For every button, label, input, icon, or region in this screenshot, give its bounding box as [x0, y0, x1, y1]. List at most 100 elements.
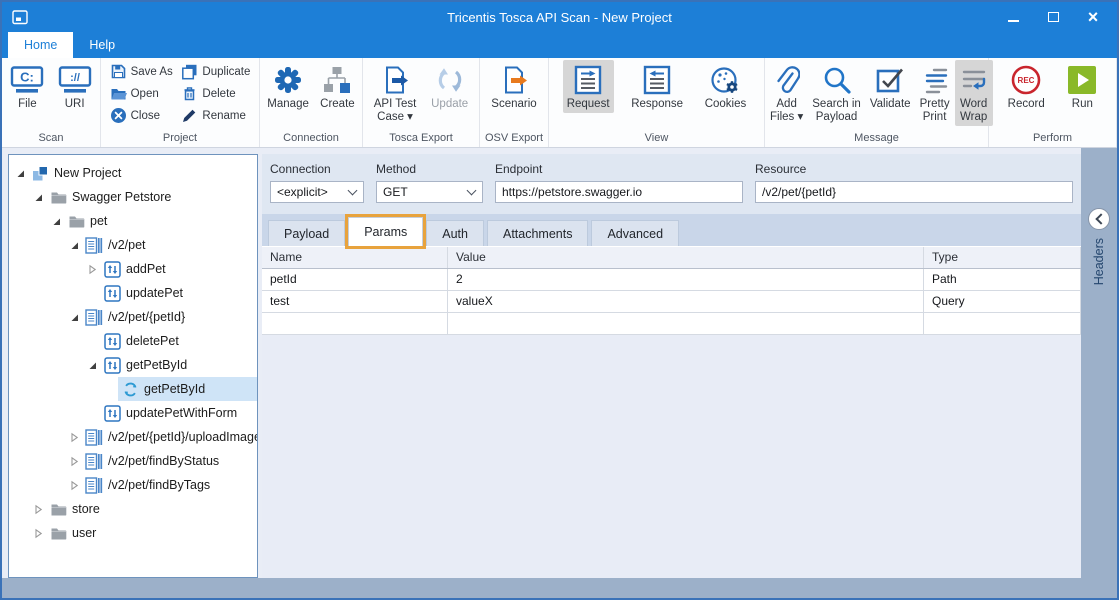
ribbon-tab-help[interactable]: Help	[73, 32, 131, 58]
tree-item-store[interactable]: store	[9, 497, 257, 521]
file-button[interactable]: C:File	[5, 60, 49, 113]
column-header-value[interactable]: Value	[448, 247, 924, 268]
tree-item-label: deletePet	[126, 334, 179, 348]
tree-item-v2-pet-findbytags[interactable]: /v2/pet/findByTags	[9, 473, 257, 497]
tree-item-updatepet[interactable]: updatePet	[9, 281, 257, 305]
tree-item-v2-pet-petid-uploadimage[interactable]: /v2/pet/{petId}/uploadImage	[9, 425, 257, 449]
tree-item-updatepetwithform[interactable]: updatePetWithForm	[9, 401, 257, 425]
method-select[interactable]: GET	[376, 181, 483, 203]
wrap-lines-icon	[959, 62, 989, 98]
table-cell[interactable]: Path	[924, 269, 1081, 290]
tree-expander-icon[interactable]	[31, 190, 46, 205]
table-cell[interactable]	[262, 313, 448, 334]
ribbon-group-scan: C:File://URIScan	[2, 58, 101, 147]
tree-item-swagger-petstore[interactable]: Swagger Petstore	[9, 185, 257, 209]
tab-params[interactable]: Params	[348, 217, 423, 246]
column-header-name[interactable]: Name	[262, 247, 448, 268]
manage-button[interactable]: Manage	[263, 60, 313, 113]
tab-advanced[interactable]: Advanced	[591, 220, 679, 246]
tree-expander-icon[interactable]	[67, 478, 82, 493]
tree-expander-icon[interactable]	[31, 502, 46, 517]
pencil-icon	[181, 107, 198, 124]
tab-payload[interactable]: Payload	[268, 220, 345, 246]
tree-expander-icon[interactable]	[67, 310, 82, 325]
tree-expander-icon[interactable]	[85, 262, 100, 277]
column-header-type[interactable]: Type	[924, 247, 1081, 268]
request-button[interactable]: Request	[563, 60, 614, 113]
table-cell[interactable]: valueX	[448, 291, 924, 312]
maximize-button[interactable]	[1045, 9, 1061, 25]
tab-auth[interactable]: Auth	[426, 220, 484, 246]
uri-button[interactable]: ://URI	[53, 60, 97, 113]
tree-item-deletepet[interactable]: deletePet	[9, 329, 257, 353]
expander-spacer	[85, 406, 100, 421]
connection-value: <explicit>	[277, 185, 328, 199]
pretty-lines-icon	[920, 62, 950, 98]
save-as-button[interactable]: Save As	[110, 63, 173, 80]
network-icon	[322, 62, 352, 98]
table-cell[interactable]: Query	[924, 291, 1081, 312]
button-label: Create	[320, 98, 355, 111]
connection-select[interactable]: <explicit>	[270, 181, 364, 203]
close-project-button[interactable]: Close	[110, 107, 173, 124]
tree-item-new-project[interactable]: New Project	[9, 161, 257, 185]
pretty-print-button[interactable]: PrettyPrint	[916, 60, 954, 126]
endpoint-input[interactable]: https://petstore.swagger.io	[495, 181, 743, 203]
resource-input[interactable]: /v2/pet/{petId}	[755, 181, 1073, 203]
ribbon-tab-home[interactable]: Home	[8, 32, 73, 58]
tree-item-getpetbyid[interactable]: getPetById	[9, 353, 257, 377]
delete-button[interactable]: Delete	[181, 85, 250, 102]
validate-button[interactable]: Validate	[866, 60, 915, 113]
collapse-headers-button[interactable]	[1088, 208, 1110, 230]
tree-item-getpetbyid[interactable]: getPetById	[9, 377, 257, 401]
ribbon-group-label: Message	[766, 132, 987, 147]
tree-expander-icon[interactable]	[31, 526, 46, 541]
create-button[interactable]: Create	[316, 60, 359, 113]
button-label: API Test	[374, 98, 417, 111]
tree-item-user[interactable]: user	[9, 521, 257, 545]
tab-headers[interactable]: Headers	[1092, 238, 1106, 285]
tree-item-pet[interactable]: pet	[9, 209, 257, 233]
tree-item-addpet[interactable]: addPet	[9, 257, 257, 281]
response-button[interactable]: Response	[627, 60, 687, 113]
table-cell[interactable]: test	[262, 291, 448, 312]
record-button[interactable]: RECRecord	[1004, 60, 1049, 113]
tree-expander-icon[interactable]	[13, 166, 28, 181]
tree-item-v2-pet-petid[interactable]: /v2/pet/{petId}	[9, 305, 257, 329]
tree-expander-icon[interactable]	[67, 430, 82, 445]
tree-item-v2-pet[interactable]: /v2/pet	[9, 233, 257, 257]
chevron-down-icon	[467, 186, 477, 196]
tree-expander-icon[interactable]	[67, 238, 82, 253]
rename-button[interactable]: Rename	[181, 107, 250, 124]
operation-icon	[103, 285, 121, 302]
tree-expander-icon[interactable]	[67, 454, 82, 469]
update-cycle-icon	[435, 62, 465, 98]
open-button[interactable]: Open	[110, 85, 173, 102]
table-cell[interactable]: 2	[448, 269, 924, 290]
tree-expander-icon[interactable]	[85, 358, 100, 373]
minimize-button[interactable]	[1005, 9, 1021, 25]
table-cell[interactable]	[924, 313, 1081, 334]
scenario-button[interactable]: Scenario	[487, 60, 540, 113]
tree-item-v2-pet-findbystatus[interactable]: /v2/pet/findByStatus	[9, 449, 257, 473]
update-button[interactable]: Update	[427, 60, 472, 113]
paperclip-icon	[774, 62, 800, 98]
ribbon-group-osv-export: ScenarioOSV Export	[480, 58, 549, 147]
tab-attachments[interactable]: Attachments	[487, 220, 588, 246]
tree-item-label: /v2/pet	[108, 238, 146, 252]
table-cell[interactable]	[448, 313, 924, 334]
search-in-payload-button[interactable]: Search inPayload	[808, 60, 865, 126]
word-wrap-button[interactable]: WordWrap	[955, 60, 993, 126]
cookies-button[interactable]: Cookies	[701, 60, 751, 113]
tree-expander-icon[interactable]	[49, 214, 64, 229]
endpoint-doc-icon	[85, 453, 103, 470]
table-cell[interactable]: petId	[262, 269, 448, 290]
titlebar: Tricentis Tosca API Scan - New Project ×	[2, 2, 1117, 32]
tree-item-label: /v2/pet/findByStatus	[108, 454, 219, 468]
close-button[interactable]: ×	[1085, 9, 1101, 25]
api-test-case-button[interactable]: API TestCase ▾	[370, 60, 421, 126]
add-files-button[interactable]: AddFiles ▾	[766, 60, 807, 126]
run-button[interactable]: Run	[1063, 60, 1101, 113]
duplicate-button[interactable]: Duplicate	[181, 63, 250, 80]
table-row	[262, 313, 1081, 335]
